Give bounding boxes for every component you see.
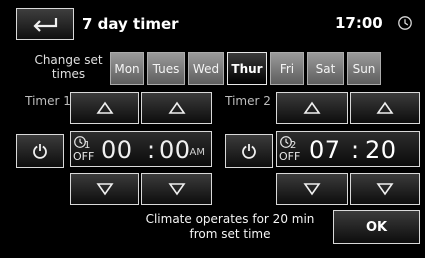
timer-2-separator: : [351, 136, 360, 164]
triangle-up-icon [303, 101, 321, 114]
current-time: 17:00 [335, 14, 383, 32]
day-label: Mon [114, 61, 140, 76]
triangle-down-icon [376, 183, 394, 196]
timer-2-power-button[interactable] [225, 134, 273, 168]
climate-info-text: Climate operates for 20 min from set tim… [140, 212, 320, 242]
clock-icon [398, 16, 412, 30]
triangle-up-icon [376, 101, 394, 114]
timer-1-label: Timer 1 [25, 94, 71, 108]
timer-2-minutes-down-button[interactable] [350, 173, 420, 205]
timer-2-minutes: 20 [365, 136, 397, 164]
timer-2-minutes-up-button[interactable] [350, 92, 420, 124]
day-button-sat[interactable]: Sat [307, 52, 344, 85]
change-set-times-label: Change set times [34, 53, 103, 81]
timer-1-hours-down-button[interactable] [70, 173, 139, 205]
day-button-fri[interactable]: Fri [270, 52, 304, 85]
day-label: Tues [152, 61, 180, 76]
triangle-down-icon [303, 183, 321, 196]
day-label: Sun [352, 61, 376, 76]
climate-info-line-1: Climate operates for 20 min [145, 212, 315, 226]
day-label: Fri [279, 61, 295, 76]
climate-info-line-2: from set time [189, 227, 271, 241]
triangle-down-icon [95, 183, 114, 196]
timer-1-hours-up-button[interactable] [70, 92, 139, 124]
timer-1-time-display: 1 OFF 00 : 00 AM [70, 131, 212, 167]
timer-status: OFF [279, 150, 301, 163]
timer-2-time-display: 2 OFF 07 : 20 [276, 131, 420, 167]
timer-2-hours: 07 [309, 136, 341, 164]
timer-2-hours-up-button[interactable] [276, 92, 348, 124]
day-label: Wed [192, 61, 220, 76]
day-button-sun[interactable]: Sun [347, 52, 381, 85]
day-label: Sat [315, 61, 336, 76]
timer-2-hours-down-button[interactable] [276, 173, 348, 205]
timer-1-minutes: 00 [159, 136, 191, 164]
timer-1-power-button[interactable] [16, 134, 64, 168]
power-icon [242, 144, 256, 159]
day-button-mon[interactable]: Mon [110, 52, 144, 85]
back-button[interactable] [16, 8, 74, 40]
day-button-wed[interactable]: Wed [188, 52, 224, 85]
triangle-up-icon [167, 101, 186, 114]
timer-1-separator: : [147, 136, 156, 164]
timer-1-minutes-down-button[interactable] [141, 173, 212, 205]
timer-1-hours: 00 [101, 136, 133, 164]
back-arrow-icon [33, 18, 58, 32]
timer-1-minutes-up-button[interactable] [141, 92, 212, 124]
timer-status: OFF [73, 150, 95, 163]
ok-button-label: OK [365, 219, 388, 235]
triangle-down-icon [167, 183, 186, 196]
power-icon [33, 144, 47, 159]
seven-day-timer-screen: 7 day timer 17:00 Change set times Mon T… [0, 0, 425, 258]
triangle-up-icon [95, 101, 114, 114]
ok-button[interactable]: OK [333, 210, 420, 244]
day-label: Thur [231, 61, 263, 76]
day-button-thur[interactable]: Thur [227, 52, 267, 85]
timer-2-label: Timer 2 [225, 94, 271, 108]
timer-1-ampm: AM [189, 147, 205, 158]
page-title: 7 day timer [82, 15, 179, 33]
day-button-tues[interactable]: Tues [147, 52, 185, 85]
